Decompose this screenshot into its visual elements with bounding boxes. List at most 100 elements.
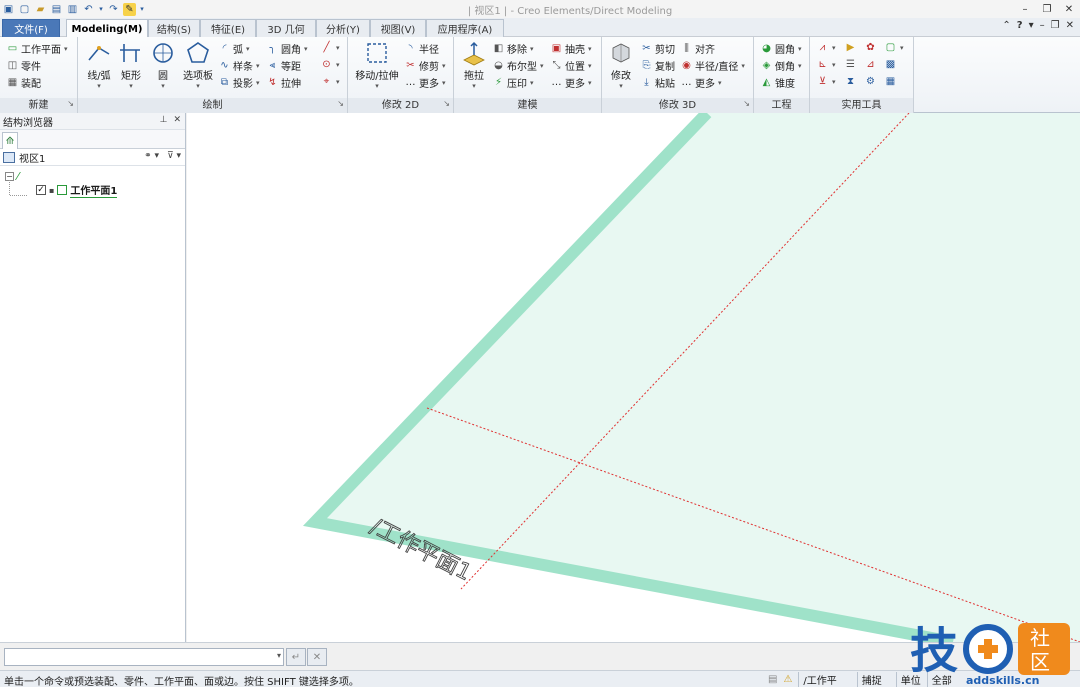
util-axis-button[interactable]: ⊾ ▾ xyxy=(816,58,835,71)
undo-icon[interactable]: ↶ xyxy=(82,3,95,16)
more-model-button[interactable]: … 更多 ▾ xyxy=(550,75,592,90)
viewport-canvas[interactable]: /工作平面1 xyxy=(187,113,1080,642)
open-icon[interactable]: ▰ xyxy=(34,3,47,16)
tab-structure[interactable]: 结构(S) xyxy=(148,19,200,37)
save-as-icon[interactable]: ▥ xyxy=(66,3,79,16)
new-icon[interactable]: ▢ xyxy=(18,3,31,16)
save-icon[interactable]: ▤ xyxy=(50,3,63,16)
offset-button[interactable]: ⫷ 等距 xyxy=(266,58,301,73)
radius-2d-button[interactable]: ◝ 半径 xyxy=(404,41,439,56)
close-icon[interactable]: ✕ xyxy=(1058,0,1080,18)
line-arc-button[interactable]: 线/弧 ▾ xyxy=(84,40,114,90)
app-icon[interactable]: ▣ xyxy=(2,3,15,16)
center-point-icon: ⊙ xyxy=(322,59,331,70)
boolean-button[interactable]: ◒ 布尔型 ▾ xyxy=(492,58,543,73)
modify-button[interactable]: 修改 ▾ xyxy=(606,40,636,90)
customize-icon[interactable]: ▾ xyxy=(139,3,145,16)
util-color-button[interactable]: ✿ xyxy=(864,41,877,54)
tab-view[interactable]: 视图(V) xyxy=(370,19,426,37)
highlight-icon[interactable]: ✎ xyxy=(123,2,136,16)
rectangle-button[interactable]: 矩形 ▾ xyxy=(116,40,146,90)
util-chart-button[interactable]: ⊿ xyxy=(864,58,877,71)
doc-restore-icon[interactable]: ❐ xyxy=(1051,20,1060,31)
tab-file[interactable]: 文件(F) xyxy=(2,19,60,37)
imprint-button[interactable]: ⚡ 压印 ▾ xyxy=(492,75,534,90)
remove-button[interactable]: ◧ 移除 ▾ xyxy=(492,41,534,56)
tree-tab-icon[interactable]: ⟰ xyxy=(2,132,18,149)
blend-button[interactable]: ◕ 圆角 ▾ xyxy=(760,41,801,56)
dialog-launcher-icon[interactable]: ↘ xyxy=(743,96,750,111)
util-coord-button[interactable]: ⊻ ▾ xyxy=(816,75,836,88)
move-stretch-button[interactable]: 移动/拉伸 ▾ xyxy=(352,40,402,90)
util-frame-button[interactable]: ▢ ▾ xyxy=(884,41,904,54)
viewport-selector[interactable]: 视区1 ⚭ ▾ ⊽ ▾ xyxy=(0,149,185,166)
util-grid-button[interactable]: ▦ xyxy=(884,75,897,88)
dialog-launcher-icon[interactable]: ↘ xyxy=(443,96,450,111)
util-image-button[interactable]: ▩ xyxy=(884,58,897,71)
dialog-launcher-icon[interactable]: ↘ xyxy=(337,96,344,111)
tab-analysis[interactable]: 分析(Y) xyxy=(316,19,370,37)
collapse-ribbon-icon[interactable]: ⌃ xyxy=(1002,20,1010,31)
tab-applications[interactable]: 应用程序(A) xyxy=(426,19,504,37)
fillet-2d-button[interactable]: ╮ 圆角 ▾ xyxy=(266,41,307,56)
arc-button[interactable]: ◜ 弧 ▾ xyxy=(218,41,250,56)
workplane-button[interactable]: ▭ 工作平面 ▾ xyxy=(6,41,68,56)
circle-button[interactable]: 圆 ▾ xyxy=(150,40,176,90)
line-tool-button[interactable]: ╱ ▾ xyxy=(320,41,339,54)
assembly-button[interactable]: ▦ 装配 xyxy=(6,75,41,90)
util-measure-button[interactable]: ⩘ ▾ xyxy=(816,41,836,54)
extend-button[interactable]: ↯ 拉伸 xyxy=(266,75,301,90)
command-dropdown-icon[interactable]: ▾ xyxy=(277,651,281,660)
cancel-button[interactable]: ✕ xyxy=(307,648,327,666)
binoculars-icon[interactable]: ⚭ ▾ xyxy=(144,151,159,161)
chamfer-button[interactable]: ◈ 倒角 ▾ xyxy=(760,58,802,73)
visibility-checkbox[interactable]: ✓ xyxy=(36,185,46,195)
cut-button[interactable]: ✂ 剪切 xyxy=(640,41,675,56)
minimize-icon[interactable]: – xyxy=(1014,0,1036,18)
project-button[interactable]: ⧉ 投影 ▾ xyxy=(218,75,260,90)
trim-button[interactable]: ✂ 修剪 ▾ xyxy=(404,58,445,73)
active-workplane[interactable]: /工作平 xyxy=(798,672,837,687)
status-info-icon[interactable]: ▤ xyxy=(768,674,777,685)
tab-modeling[interactable]: Modeling(M) xyxy=(66,19,148,38)
paste-button[interactable]: ⤓ 粘贴 xyxy=(640,75,675,90)
filter-icon[interactable]: ⊽ ▾ xyxy=(167,151,181,161)
tab-3d-geometry[interactable]: 3D 几何 xyxy=(256,19,316,37)
position-button[interactable]: ⤡ 位置 ▾ xyxy=(550,58,592,73)
help-icon[interactable]: ? xyxy=(1017,20,1023,31)
taper-button[interactable]: ◭ 锥度 xyxy=(760,75,795,90)
snap-button[interactable]: 捕捉 xyxy=(856,672,882,687)
doc-minimize-icon[interactable]: – xyxy=(1040,20,1045,31)
redo-icon[interactable]: ↷ xyxy=(107,3,120,16)
part-button[interactable]: ◫ 零件 xyxy=(6,58,41,73)
align-button[interactable]: ⫼ 对齐 xyxy=(680,41,715,56)
dialog-launcher-icon[interactable]: ↘ xyxy=(67,96,74,111)
util-table-button[interactable]: ☰ xyxy=(844,58,857,71)
util-shape-button[interactable]: ⧗ xyxy=(844,75,857,88)
pin-icon[interactable]: ⊥ xyxy=(160,115,168,125)
copy-button[interactable]: ⎘ 复制 xyxy=(640,58,676,73)
enter-button[interactable]: ↵ xyxy=(286,648,306,666)
help-dropdown-icon[interactable]: ▾ xyxy=(1029,20,1034,31)
more-3d-button[interactable]: … 更多 ▾ xyxy=(680,75,722,90)
dropdown-arrow-icon[interactable]: ▾ xyxy=(98,3,104,16)
radius-diameter-button[interactable]: ◉ 半径/直径 ▾ xyxy=(680,58,745,73)
spline-button[interactable]: ∿ 样条 ▾ xyxy=(218,58,259,73)
util-select-button[interactable]: ▶ xyxy=(844,41,857,54)
point-tool-button[interactable]: ⌖ ▾ xyxy=(320,75,340,88)
command-input[interactable]: ▾ xyxy=(4,648,284,666)
tab-feature[interactable]: 特征(E) xyxy=(200,19,256,37)
center-tool-button[interactable]: ⊙ ▾ xyxy=(320,58,339,71)
pull-button[interactable]: 拖拉 ▾ xyxy=(458,40,490,90)
doc-close-icon[interactable]: ✕ xyxy=(1066,20,1074,31)
more-2d-button[interactable]: … 更多 ▾ xyxy=(404,75,446,90)
3d-viewport[interactable]: /工作平面1 xyxy=(187,113,1080,642)
warning-icon[interactable]: ⚠ xyxy=(783,674,792,685)
tree-item-workplane[interactable]: ✓ ▪ 工作平面1 xyxy=(36,182,118,198)
shell-button[interactable]: ▣ 抽壳 ▾ xyxy=(550,41,592,56)
util-properties-button[interactable]: ⚙ xyxy=(864,75,877,88)
tree-connector xyxy=(9,180,27,196)
panel-close-icon[interactable]: ✕ xyxy=(173,115,181,125)
restore-icon[interactable]: ❐ xyxy=(1036,0,1058,18)
palette-button[interactable]: 选项板 ▾ xyxy=(180,40,216,90)
